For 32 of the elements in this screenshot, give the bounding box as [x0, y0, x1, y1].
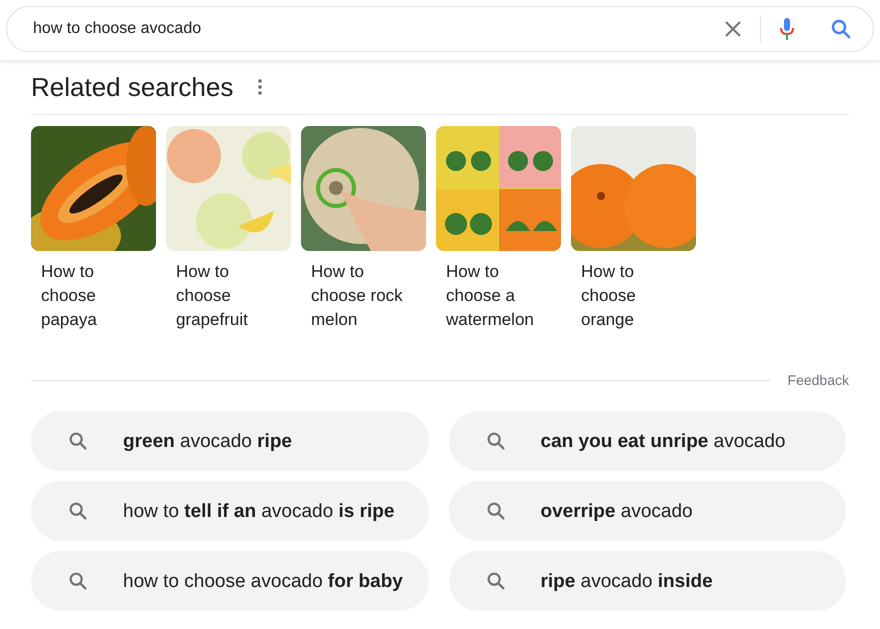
suggestion-text: green avocado ripe	[123, 430, 292, 452]
suggestion-text: can you eat unripe avocado	[540, 430, 786, 452]
search-icon	[67, 500, 89, 522]
related-search-link[interactable]: How to choose grapefruit	[176, 260, 281, 332]
suggestion-chip[interactable]: ripe avocado inside	[448, 551, 846, 611]
suggestion-chip[interactable]: can you eat unripe avocado	[448, 411, 846, 471]
search-icon	[484, 500, 506, 522]
feedback-link[interactable]: Feedback	[788, 370, 849, 390]
search-icon	[484, 430, 506, 452]
search-icon	[67, 430, 89, 452]
microphone-icon[interactable]	[779, 17, 795, 41]
suggestion-text: how to tell if an avocado is ripe	[123, 500, 394, 522]
suggestion-chip[interactable]: how to tell if an avocado is ripe	[31, 481, 428, 541]
suggestion-chip[interactable]: how to choose avocado for baby	[31, 551, 428, 611]
suggestion-text: ripe avocado inside	[540, 570, 713, 592]
search-glyph-icon	[829, 17, 853, 41]
related-search-link[interactable]: How to choose a watermelon	[446, 260, 551, 332]
related-search-link[interactable]: How to choose rock melon	[311, 260, 416, 332]
suggestion-chip[interactable]: green avocado ripe	[31, 411, 428, 471]
suggestion-text: overripe avocado	[540, 500, 693, 522]
search-icon	[67, 570, 89, 592]
search-icon	[484, 570, 506, 592]
more-options-icon[interactable]	[258, 79, 262, 95]
search-icon[interactable]	[829, 17, 853, 41]
related-search-link[interactable]: How to choose papaya	[41, 260, 146, 332]
related-search-link[interactable]: How to choose orange	[581, 260, 686, 332]
close-icon[interactable]	[724, 20, 742, 38]
section-title: Related searches	[31, 71, 234, 104]
search-query: how to choose avocado	[33, 19, 202, 39]
search-bar[interactable]: how to choose avocado	[6, 6, 874, 52]
suggestion-text: how to choose avocado for baby	[123, 570, 403, 592]
suggestion-chip[interactable]: overripe avocado	[448, 481, 846, 541]
